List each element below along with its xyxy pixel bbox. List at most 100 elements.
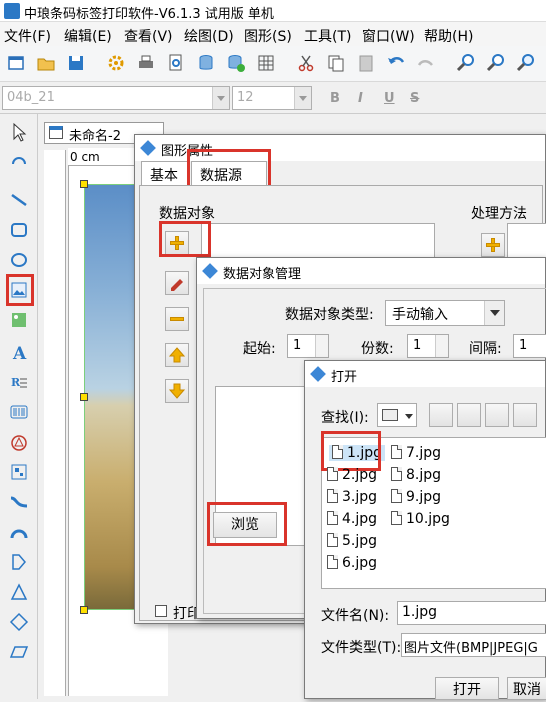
text-tool-icon[interactable]: A	[9, 342, 29, 364]
menu-edit[interactable]: 编辑(E)	[64, 26, 112, 46]
copies-spinbox[interactable]: 1	[407, 334, 449, 358]
undo-icon[interactable]	[386, 53, 406, 73]
main-toolbar	[0, 46, 546, 82]
image-file-icon	[391, 489, 402, 503]
curve-tool-icon[interactable]	[9, 492, 29, 512]
font-name-select[interactable]: 04b_21	[2, 86, 230, 110]
settings-gear-icon[interactable]	[106, 53, 126, 73]
menu-help[interactable]: 帮助(H)	[424, 26, 473, 46]
start-label: 起始:	[243, 341, 276, 357]
select-pointer-icon[interactable]	[9, 122, 29, 142]
app-title: 中琅条码标签打印软件-V6.1.3 试用版 单机	[24, 7, 274, 22]
spin-arrows-icon[interactable]	[315, 335, 328, 357]
print-checkbox[interactable]	[155, 605, 167, 617]
spin-arrows-icon[interactable]	[435, 335, 448, 357]
font-size-value: 12	[237, 90, 254, 105]
start-spinbox[interactable]: 1	[287, 334, 329, 358]
filetype-select[interactable]: 图片文件(BMP|JPEG|G	[401, 633, 546, 657]
zoom-out-icon[interactable]	[486, 53, 506, 73]
new-folder-button[interactable]	[485, 403, 509, 427]
zoom-fit-icon[interactable]	[516, 53, 536, 73]
strikethrough-button[interactable]: S	[410, 91, 419, 106]
rich-text-icon[interactable]: R	[9, 372, 29, 392]
move-up-button[interactable]	[165, 343, 189, 367]
filename-value: 1.jpg	[402, 604, 438, 620]
bold-button[interactable]: B	[330, 91, 340, 106]
new-icon[interactable]	[6, 53, 26, 73]
open-button[interactable]: 打开	[435, 677, 499, 700]
tab-basic[interactable]: 基本	[141, 161, 189, 185]
parallelogram-tool-icon[interactable]	[9, 642, 29, 662]
ellipse-tool-icon[interactable]	[9, 250, 29, 270]
filename-input[interactable]: 1.jpg	[397, 601, 546, 625]
open-button-label: 打开	[453, 682, 481, 698]
print-icon[interactable]	[136, 53, 156, 73]
diamond-tool-icon[interactable]	[9, 612, 29, 632]
lookin-select[interactable]	[377, 403, 417, 427]
process-method-label: 处理方法	[471, 206, 527, 222]
line-tool-icon[interactable]	[9, 190, 29, 210]
qrcode-icon[interactable]	[9, 462, 29, 482]
cancel-button[interactable]: 取消	[507, 677, 546, 700]
file-item[interactable]: 5.jpg	[327, 533, 377, 549]
view-menu-button[interactable]	[513, 403, 537, 427]
menu-window[interactable]: 窗口(W)	[362, 26, 415, 46]
resize-handle[interactable]	[80, 606, 88, 614]
file-item[interactable]: 8.jpg	[391, 467, 441, 483]
lookin-label: 查找(I):	[321, 410, 369, 426]
resize-handle[interactable]	[80, 393, 88, 401]
back-folder-button[interactable]	[429, 403, 453, 427]
file-selection-highlight	[321, 431, 381, 471]
svg-text:R: R	[11, 376, 21, 389]
move-down-button[interactable]	[165, 379, 189, 403]
triangle-tool-icon[interactable]	[9, 582, 29, 602]
paste-icon[interactable]	[356, 53, 376, 73]
grid-icon[interactable]	[256, 53, 276, 73]
interval-spinbox[interactable]: 1	[513, 334, 546, 358]
italic-button[interactable]: I	[358, 91, 363, 106]
data-type-select[interactable]: 手动输入	[385, 300, 505, 326]
shape-tool-icon[interactable]	[9, 432, 29, 452]
copy-icon[interactable]	[326, 53, 346, 73]
cut-icon[interactable]	[296, 53, 316, 73]
database-config-icon[interactable]	[226, 53, 246, 73]
arc-tool-icon[interactable]	[9, 522, 29, 542]
rect-tool-icon[interactable]	[9, 220, 29, 240]
file-item[interactable]: 4.jpg	[327, 511, 377, 527]
redo-icon[interactable]	[416, 53, 436, 73]
title-bar: 中琅条码标签打印软件-V6.1.3 试用版 单机	[0, 0, 546, 22]
add-process-button[interactable]	[481, 233, 505, 257]
filename-label: 文件名(N):	[321, 608, 390, 624]
file-item[interactable]: 9.jpg	[391, 489, 441, 505]
file-item[interactable]: 2.jpg	[327, 467, 377, 483]
menu-view[interactable]: 查看(V)	[124, 26, 173, 46]
image-file-icon	[327, 533, 338, 547]
browse-button-highlight	[207, 502, 287, 546]
resize-handle[interactable]	[80, 180, 88, 188]
save-icon[interactable]	[66, 53, 86, 73]
database-icon[interactable]	[196, 53, 216, 73]
up-folder-button[interactable]	[457, 403, 481, 427]
menu-file[interactable]: 文件(F)	[4, 26, 51, 46]
file-item[interactable]: 6.jpg	[327, 555, 377, 571]
open-folder-icon[interactable]	[36, 53, 56, 73]
menu-draw[interactable]: 绘图(D)	[184, 26, 234, 46]
barcode-icon[interactable]	[9, 402, 29, 422]
file-item[interactable]: 7.jpg	[391, 445, 441, 461]
file-item[interactable]: 10.jpg	[391, 511, 450, 527]
remove-data-object-button[interactable]	[165, 307, 189, 331]
edit-data-object-button[interactable]	[165, 271, 189, 295]
cancel-button-label: 取消	[513, 682, 541, 698]
polygon-tool-icon[interactable]	[9, 552, 29, 572]
underline-button[interactable]: U	[384, 91, 395, 106]
font-size-select[interactable]: 12	[232, 86, 312, 110]
rotate-icon[interactable]	[9, 152, 29, 172]
picture-icon[interactable]	[9, 310, 29, 330]
file-item[interactable]: 3.jpg	[327, 489, 377, 505]
zoom-in-icon[interactable]	[456, 53, 476, 73]
menu-shape[interactable]: 图形(S)	[244, 26, 292, 46]
menu-tools[interactable]: 工具(T)	[304, 26, 351, 46]
chevron-down-icon	[212, 87, 229, 109]
dialog-app-icon	[310, 366, 326, 382]
print-preview-icon[interactable]	[166, 53, 186, 73]
